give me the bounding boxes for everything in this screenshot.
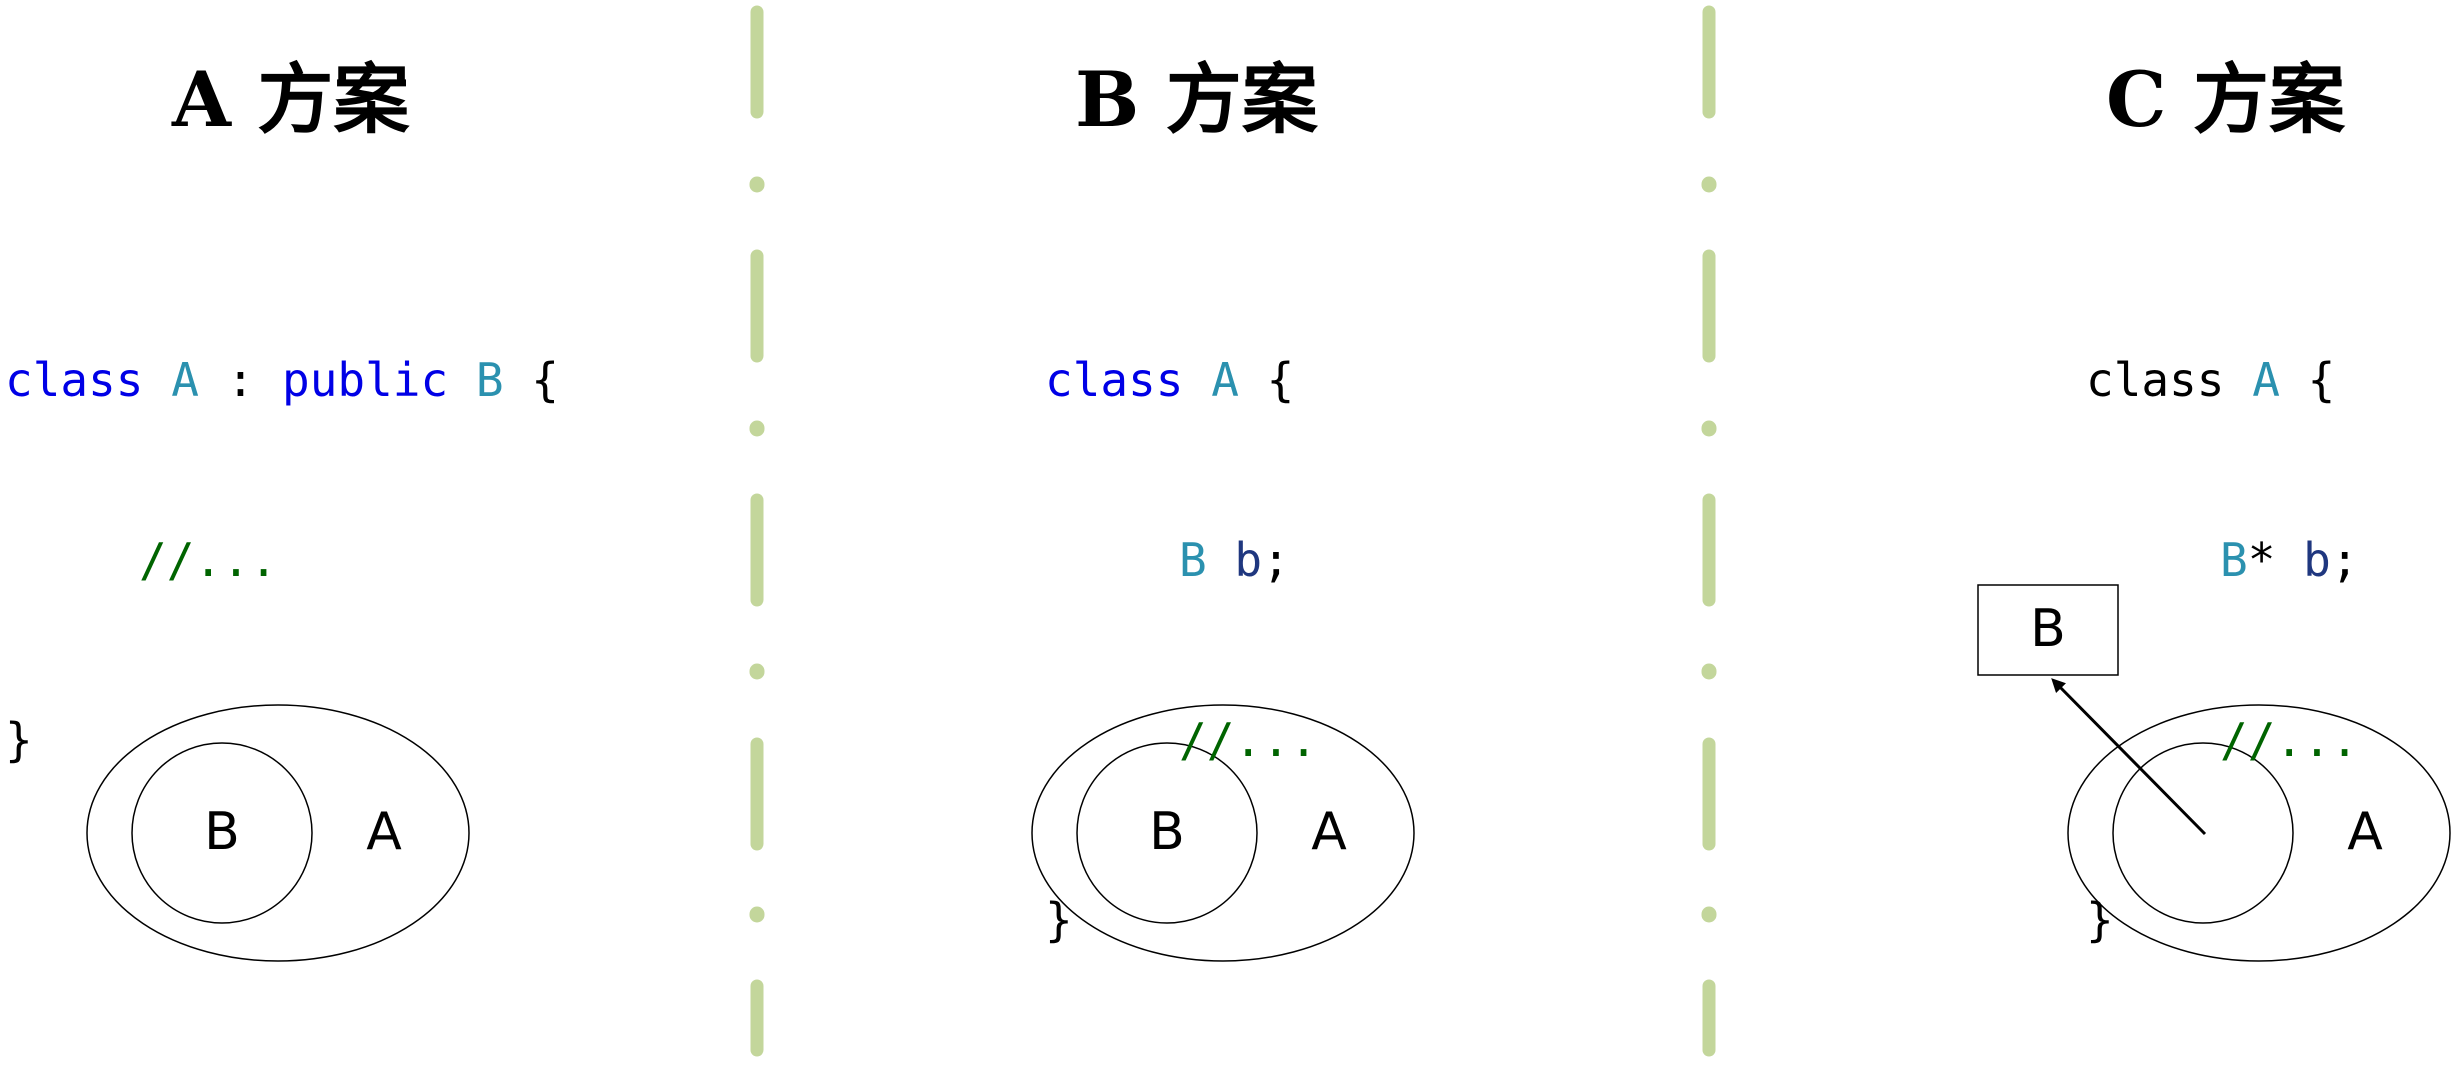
code-identifier: b xyxy=(2303,533,2331,587)
code-line: class A { xyxy=(1045,350,1317,410)
code-punct: { xyxy=(1266,353,1295,407)
code-keyword: public xyxy=(282,353,449,407)
panel-c-code: class A { B* b; //... } xyxy=(2086,230,2359,1070)
code-punct: * xyxy=(2247,533,2276,587)
code-punct: { xyxy=(2307,353,2336,407)
code-punct: } xyxy=(2086,893,2114,947)
panel-a-code: class A : public B { //... } xyxy=(5,230,559,890)
code-punct: ; xyxy=(1262,533,1290,587)
code-keyword: class xyxy=(2086,353,2225,407)
code-comment: //... xyxy=(2220,713,2359,767)
code-type: B xyxy=(475,353,504,407)
code-line: class A { xyxy=(2086,350,2359,410)
panel-a-title: A 方案 xyxy=(172,55,410,144)
code-line: //... xyxy=(1045,710,1317,770)
code-punct: : xyxy=(226,353,255,407)
page: B A B A A B A 方案 B 方案 C 方案 class A : pub… xyxy=(0,0,2458,1061)
code-line: } xyxy=(5,710,559,770)
code-line: //... xyxy=(5,530,559,590)
code-identifier: b xyxy=(1234,533,1263,587)
code-punct: } xyxy=(1045,893,1073,947)
code-line: B* b; xyxy=(2086,530,2359,590)
code-punct: { xyxy=(531,353,559,407)
code-line: //... xyxy=(2086,710,2359,770)
code-line: class A : public B { xyxy=(5,350,559,410)
code-line: } xyxy=(2086,890,2359,950)
code-type: A xyxy=(1211,353,1239,407)
panel-c-box-label: B xyxy=(2030,599,2066,659)
code-line: } xyxy=(1045,890,1317,950)
code-line: B b; xyxy=(1045,530,1317,590)
code-comment: //... xyxy=(1179,713,1318,767)
code-type: B xyxy=(1179,533,1207,587)
code-type: B xyxy=(2220,533,2248,587)
code-type: A xyxy=(2252,353,2280,407)
code-comment: //... xyxy=(139,533,278,587)
code-keyword: class xyxy=(1045,353,1184,407)
code-punct: } xyxy=(5,713,33,767)
code-type: A xyxy=(171,353,199,407)
code-punct: ; xyxy=(2330,533,2359,587)
panel-b-title: B 方案 xyxy=(1075,55,1318,144)
panel-b-code: class A { B b; //... } xyxy=(1045,230,1317,1070)
code-keyword: class xyxy=(5,353,144,407)
panel-c-title: C 方案 xyxy=(2106,55,2345,144)
